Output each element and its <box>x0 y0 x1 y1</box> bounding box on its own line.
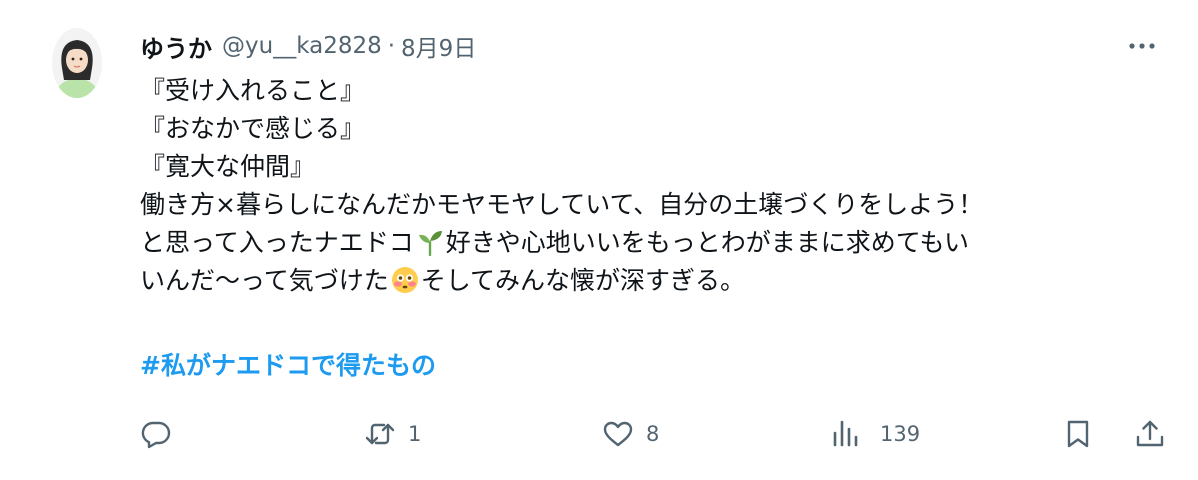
author-name[interactable]: ゆうか <box>140 29 212 64</box>
views-count: 139 <box>880 422 921 446</box>
author-handle[interactable]: @yu__ka2828 <box>222 33 382 59</box>
seedling-emoji <box>416 228 444 256</box>
header-separator: · <box>387 33 396 59</box>
tweet-text-line: 『おなかで感じる』 <box>140 114 366 143</box>
share-button[interactable] <box>1134 414 1166 454</box>
tweet-text-segment: 好きや心地いいをもっとわがままに求めてもい <box>445 228 970 257</box>
tweet-text-segment: と思って入ったナエドコ <box>140 228 414 257</box>
tweet-text: 『受け入れること』 『おなかで感じる』 『寛大な仲間』 働き方×暮らしになんだか… <box>140 72 1180 300</box>
tweet-date[interactable]: 8月9日 <box>401 29 476 63</box>
tweet-text-line: 『受け入れること』 <box>140 76 366 105</box>
hashtag-link[interactable]: #私がナエドコで得たもの <box>140 346 436 382</box>
reply-icon <box>140 418 172 450</box>
views-chart-icon <box>830 418 862 450</box>
flushed-face-emoji <box>391 266 419 294</box>
bookmark-button[interactable] <box>1062 414 1094 454</box>
more-options-icon <box>1129 43 1155 49</box>
tweet-text-segment: そしてみんな懐が深すぎる。 <box>420 266 746 295</box>
retweet-button[interactable]: 1 <box>364 414 421 454</box>
heart-icon <box>602 418 634 450</box>
views-button[interactable]: 139 <box>830 414 920 454</box>
share-icon <box>1134 418 1166 450</box>
like-button[interactable]: 8 <box>602 414 659 454</box>
tweet-actions: 1 8 139 <box>140 414 1170 454</box>
tweet-text-line: と思って入ったナエドコ 好きや心地いいをもっとわがままに求めてもい <box>140 224 1180 262</box>
like-count: 8 <box>646 422 660 446</box>
avatar[interactable] <box>52 28 102 98</box>
retweet-count: 1 <box>408 422 422 446</box>
more-options-button[interactable] <box>1122 30 1162 62</box>
tweet-header: ゆうか @yu__ka2828 · 8月9日 <box>140 29 476 64</box>
reply-button[interactable] <box>140 414 172 454</box>
bookmark-icon <box>1062 418 1094 450</box>
tweet-text-line: 働き方×暮らしになんだかモヤモヤしていて、自分の土壌づくりをしよう！ <box>140 190 984 219</box>
avatar-illustration <box>52 28 102 98</box>
retweet-icon <box>364 418 396 450</box>
tweet-text-line: いんだ〜って気づけた そしてみんな懐が深すぎる。 <box>140 262 1180 300</box>
tweet-text-segment: いんだ〜って気づけた <box>140 266 389 295</box>
tweet: ゆうか @yu__ka2828 · 8月9日 『受け入れること』 『おなかで感じ… <box>0 0 1198 480</box>
tweet-text-line: 『寛大な仲間』 <box>140 152 316 181</box>
